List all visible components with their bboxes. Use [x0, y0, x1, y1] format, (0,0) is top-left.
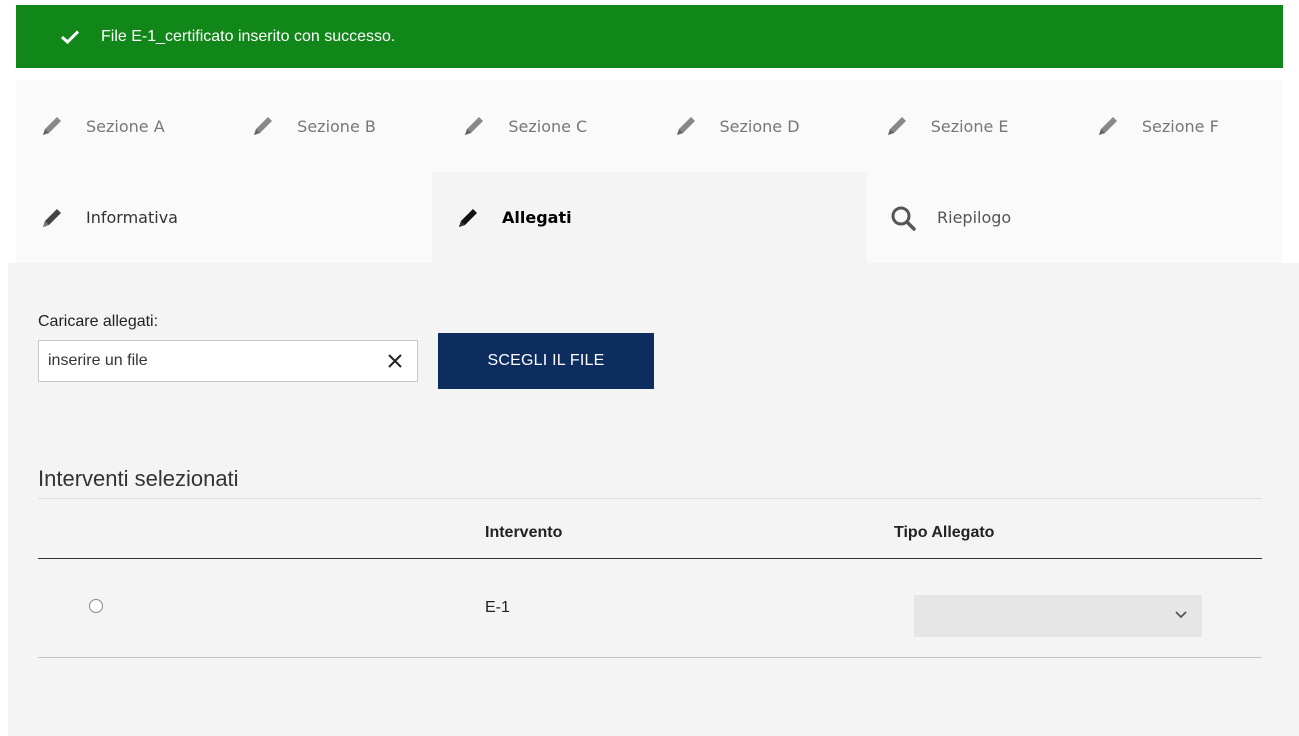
pencil-icon	[43, 117, 61, 135]
pencil-icon	[43, 208, 61, 227]
success-alert: File E-1_certificato inserito con succes…	[16, 5, 1283, 68]
pencil-icon	[887, 117, 906, 135]
tab-label: Sezione B	[297, 116, 376, 136]
pencil-icon	[254, 117, 273, 135]
tab-label: Informativa	[86, 208, 178, 227]
tab-informativa[interactable]: Informativa	[16, 172, 432, 263]
page-tabs: Informativa Allegati Riepilogo	[16, 172, 1283, 263]
chevron-down-icon	[1175, 611, 1187, 619]
tipo-allegato-select[interactable]	[914, 595, 1202, 637]
tab-sezione-d[interactable]: Sezione D	[650, 80, 861, 172]
divider	[38, 498, 1262, 499]
column-header-tipo-allegato: Tipo Allegato	[894, 524, 995, 541]
file-input[interactable]: inserire un file	[38, 340, 418, 382]
file-input-placeholder: inserire un file	[48, 352, 148, 369]
clear-icon[interactable]	[373, 341, 417, 381]
tab-label: Sezione F	[1141, 116, 1219, 136]
tab-label: Allegati	[502, 208, 572, 227]
row-radio[interactable]	[89, 599, 103, 613]
tab-label: Sezione D	[719, 116, 800, 136]
tab-label: Sezione A	[86, 116, 165, 136]
alert-message: File E-1_certificato inserito con succes…	[101, 27, 396, 45]
section-title: Interventi selezionati	[38, 466, 239, 491]
tab-sezione-b[interactable]: Sezione B	[227, 80, 438, 172]
tab-sezione-c[interactable]: Sezione C	[438, 80, 649, 172]
tab-sezione-e[interactable]: Sezione E	[861, 80, 1072, 172]
tab-label: Sezione C	[508, 116, 588, 136]
tab-label: Riepilogo	[937, 208, 1012, 227]
pencil-icon	[676, 117, 695, 135]
table-header-divider	[38, 558, 1262, 559]
tab-sezione-a[interactable]: Sezione A	[16, 80, 227, 172]
pencil-icon	[459, 208, 477, 227]
table-row-divider	[38, 657, 1262, 658]
tab-label: Sezione E	[930, 116, 1009, 136]
attachments-panel: Caricare allegati: inserire un file SCEG…	[8, 263, 1299, 736]
check-icon	[61, 29, 79, 44]
column-header-intervento: Intervento	[485, 524, 563, 541]
search-icon	[891, 206, 916, 231]
tab-riepilogo[interactable]: Riepilogo	[867, 172, 1283, 263]
upload-label: Caricare allegati:	[38, 313, 159, 330]
choose-file-button[interactable]: SCEGLI IL FILE	[438, 333, 654, 389]
section-tabs: Sezione A Sezione B Sezione C Sezione D …	[16, 80, 1283, 172]
pencil-icon	[1098, 117, 1117, 135]
tab-allegati[interactable]: Allegati	[432, 172, 867, 263]
pencil-icon	[465, 117, 484, 135]
tab-sezione-f[interactable]: Sezione F	[1072, 80, 1283, 172]
intervento-cell: E-1	[485, 599, 510, 616]
